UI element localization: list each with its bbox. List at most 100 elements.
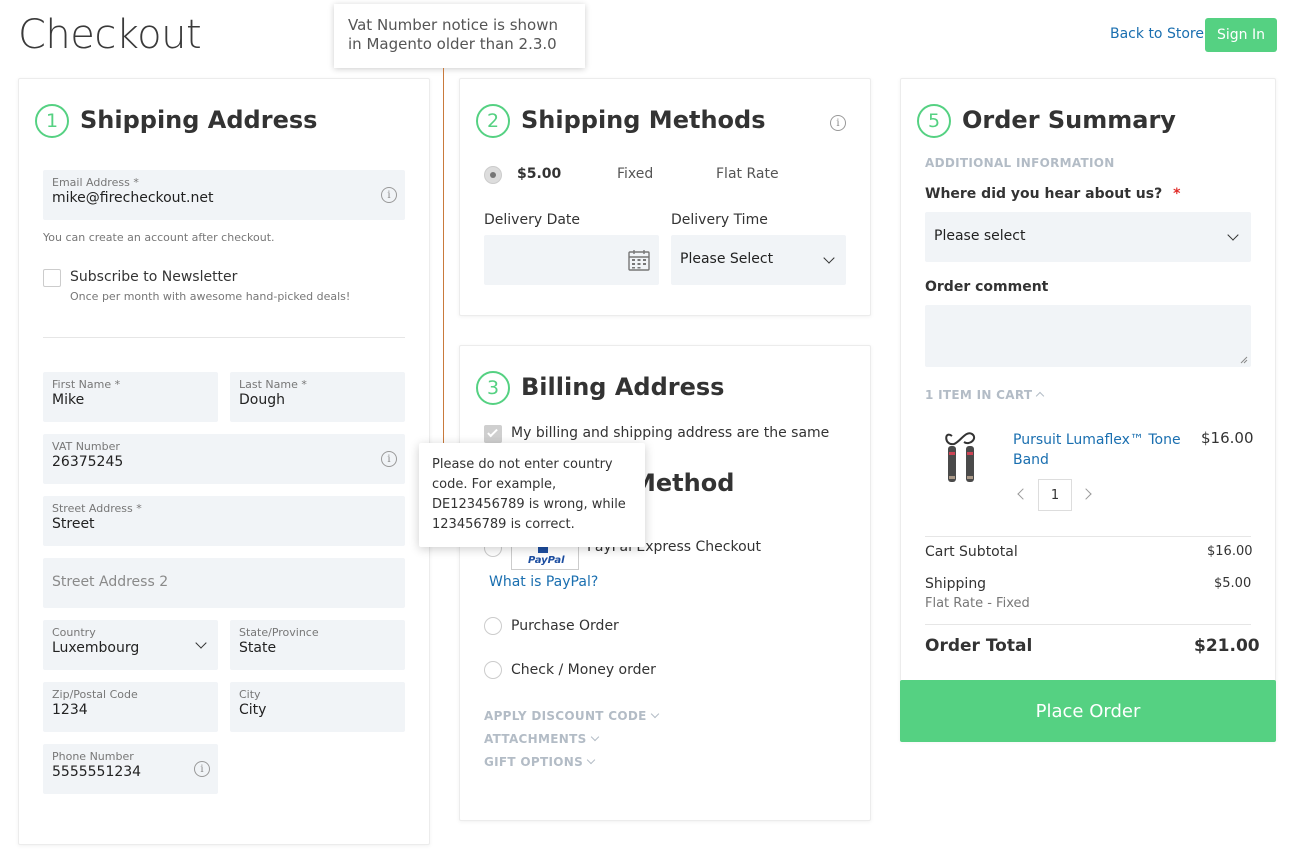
calendar-icon[interactable] <box>628 249 650 271</box>
email-field[interactable]: Email Address * mike@firecheckout.net i <box>43 170 405 220</box>
check-money-label[interactable]: Check / Money order <box>511 662 656 678</box>
check-icon <box>487 426 498 438</box>
state-field[interactable]: State/Province State <box>230 620 405 670</box>
gift-options-toggle[interactable]: GIFT OPTIONS <box>484 755 596 769</box>
qty-input[interactable]: 1 <box>1038 479 1072 511</box>
zip-label: Zip/Postal Code <box>52 688 138 701</box>
apply-discount-toggle[interactable]: APPLY DISCOUNT CODE <box>484 709 659 723</box>
hear-about-us-select[interactable]: Please select <box>925 212 1251 262</box>
paypal-logo-text: PayPal <box>528 555 565 566</box>
gift-options-label: GIFT OPTIONS <box>484 755 584 769</box>
country-value: Luxembourg <box>52 640 140 656</box>
chevron-down-icon <box>195 637 207 649</box>
divider <box>925 536 1251 537</box>
phone-value: 5555551234 <box>52 764 142 780</box>
shipping-total-label: Shipping <box>925 576 987 592</box>
shipping-method-name: Fixed <box>617 166 654 182</box>
chevron-down-icon <box>650 709 659 719</box>
resize-handle-icon[interactable] <box>1240 356 1248 364</box>
chevron-down-icon <box>1227 229 1239 241</box>
product-name-link[interactable]: Pursuit Lumaflex™ Tone Band <box>1013 430 1181 470</box>
same-address-checkbox[interactable] <box>484 425 502 443</box>
divider <box>925 624 1251 625</box>
delivery-date-label: Delivery Date <box>484 212 581 228</box>
chevron-down-icon <box>590 732 599 742</box>
chevron-down-icon <box>823 252 835 264</box>
vat-number-field[interactable]: VAT Number 26375245 i <box>43 434 405 484</box>
radio-dot <box>490 172 496 178</box>
info-icon[interactable]: i <box>830 115 846 131</box>
step-2-badge: 2 <box>476 104 510 138</box>
same-address-label[interactable]: My billing and shipping address are the … <box>511 425 829 441</box>
step-5-badge: 5 <box>917 104 951 138</box>
shipping-detail: Flat Rate - Fixed <box>925 596 1030 611</box>
street-value: Street <box>52 516 95 532</box>
chevron-down-icon <box>586 755 596 765</box>
newsletter-hint: Once per month with awesome hand-picked … <box>70 290 351 303</box>
account-note: You can create an account after checkout… <box>43 231 275 244</box>
last-name-label: Last Name * <box>239 378 307 391</box>
tooltip-line-3: DE123456789 is wrong, while <box>432 497 626 512</box>
shipping-carrier: Flat Rate <box>716 166 779 182</box>
shipping-rate-radio[interactable] <box>484 166 502 184</box>
first-name-field[interactable]: First Name * Mike <box>43 372 218 422</box>
chevron-up-icon <box>1036 391 1045 401</box>
payment-method-title: Method <box>632 469 735 497</box>
zip-field[interactable]: Zip/Postal Code 1234 <box>43 682 218 732</box>
attachments-toggle[interactable]: ATTACHMENTS <box>484 732 599 746</box>
additional-info-heading: ADDITIONAL INFORMATION <box>925 156 1115 170</box>
country-select[interactable]: Country Luxembourg <box>43 620 218 670</box>
city-label: City <box>239 688 261 701</box>
order-comment-label: Order comment <box>925 279 1049 295</box>
city-field[interactable]: City City <box>230 682 405 732</box>
country-label: Country <box>52 626 96 639</box>
first-name-label: First Name * <box>52 378 121 391</box>
newsletter-checkbox[interactable] <box>43 269 61 287</box>
delivery-time-value: Please Select <box>680 251 774 267</box>
sign-in-button[interactable]: Sign In <box>1205 18 1277 52</box>
newsletter-label[interactable]: Subscribe to Newsletter <box>70 269 237 285</box>
tooltip-line-4: 123456789 is correct. <box>432 517 575 532</box>
tooltip-arrow <box>411 452 419 468</box>
divider <box>43 337 405 338</box>
what-is-paypal-link[interactable]: What is PayPal? <box>489 574 598 590</box>
cart-items-toggle[interactable]: 1 ITEM IN CART <box>925 388 1045 402</box>
hear-about-us-label: Where did you hear about us? * <box>925 186 1180 202</box>
step-3-badge: 3 <box>476 371 510 405</box>
required-star: * <box>1173 186 1181 202</box>
billing-address-title: Billing Address <box>521 373 725 401</box>
delivery-date-input[interactable] <box>484 235 659 285</box>
page-title: Checkout <box>18 12 202 58</box>
info-icon[interactable]: i <box>381 187 397 203</box>
city-value: City <box>239 702 267 718</box>
order-summary-title: Order Summary <box>962 106 1176 134</box>
tooltip-line-2: code. For example, <box>432 477 557 492</box>
subtotal-label: Cart Subtotal <box>925 544 1018 560</box>
tooltip-line-1: Please do not enter country <box>432 457 613 472</box>
product-name-line-1: Pursuit Lumaflex™ Tone <box>1013 432 1181 448</box>
street-address-2-field[interactable]: Street Address 2 <box>43 558 405 608</box>
street2-placeholder: Street Address 2 <box>52 574 169 590</box>
email-value: mike@firecheckout.net <box>52 190 214 206</box>
purchase-order-radio[interactable] <box>484 617 502 635</box>
first-name-value: Mike <box>52 392 85 408</box>
shipping-address-title: Shipping Address <box>80 106 318 134</box>
order-comment-textarea[interactable] <box>925 305 1251 367</box>
back-to-store-link[interactable]: Back to Store <box>1110 26 1204 42</box>
street-address-field[interactable]: Street Address * Street <box>43 496 405 546</box>
order-total-value: $21.00 <box>1194 636 1260 656</box>
place-order-button[interactable]: Place Order <box>900 680 1276 742</box>
purchase-order-label[interactable]: Purchase Order <box>511 618 619 634</box>
check-money-radio[interactable] <box>484 661 502 679</box>
attachments-label: ATTACHMENTS <box>484 732 587 746</box>
delivery-time-select[interactable]: Please Select <box>671 235 846 285</box>
apply-discount-label: APPLY DISCOUNT CODE <box>484 709 647 723</box>
phone-field[interactable]: Phone Number 5555551234 i <box>43 744 218 794</box>
info-icon[interactable]: i <box>194 761 210 777</box>
phone-label: Phone Number <box>52 750 134 763</box>
info-icon[interactable]: i <box>381 451 397 467</box>
cart-items-label: 1 ITEM IN CART <box>925 388 1033 402</box>
last-name-field[interactable]: Last Name * Dough <box>230 372 405 422</box>
annotation-connector <box>443 68 444 444</box>
email-label: Email Address * <box>52 176 139 189</box>
